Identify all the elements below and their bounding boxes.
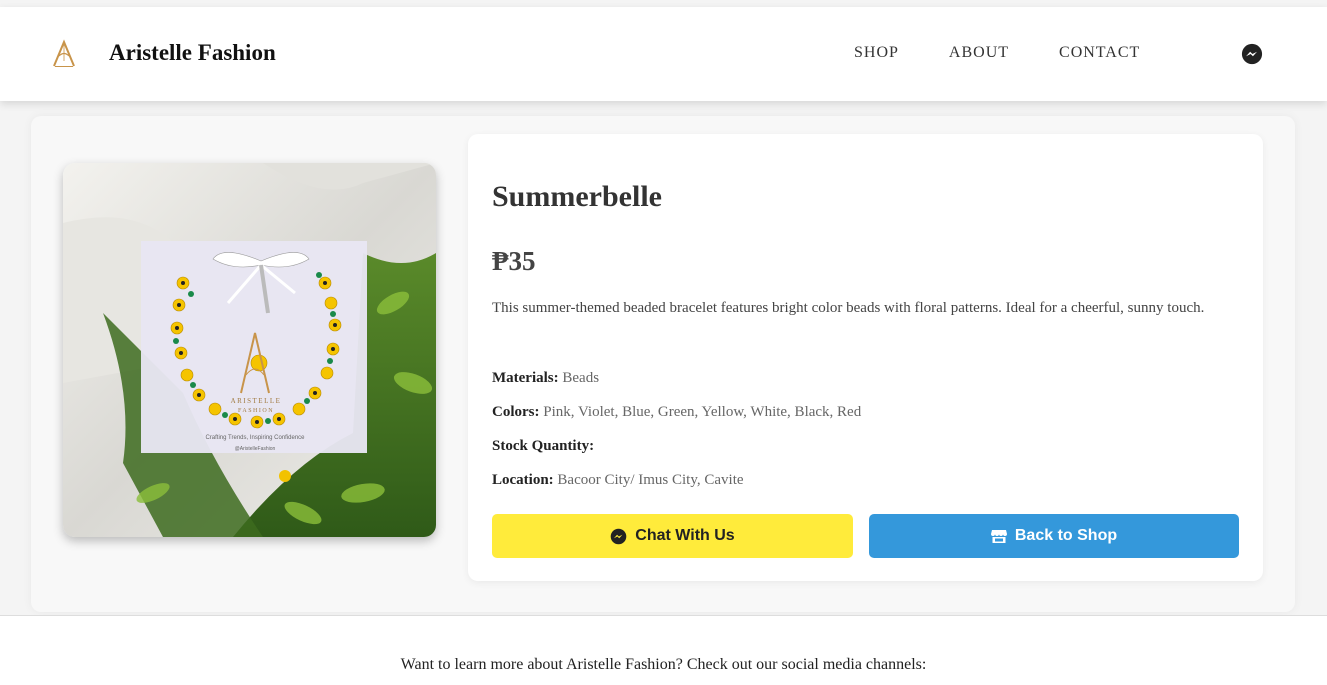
spec-materials: Materials: Beads xyxy=(492,370,599,387)
nav-shop[interactable]: SHOP xyxy=(854,44,899,62)
brand-name[interactable]: Aristelle Fashion xyxy=(109,40,276,66)
product-info-panel: Summerbelle ₱35 This summer-themed beade… xyxy=(468,134,1263,581)
image-tagline-text: Crafting Trends, Inspiring Confidence xyxy=(205,435,305,441)
store-icon xyxy=(990,529,1007,543)
product-title: Summerbelle xyxy=(492,180,662,213)
spec-colors-value: Pink, Violet, Blue, Green, Yellow, White… xyxy=(543,404,862,420)
site-header: Aristelle Fashion SHOP ABOUT CONTACT xyxy=(0,7,1327,101)
top-strip xyxy=(0,0,1327,7)
main-nav: SHOP ABOUT CONTACT xyxy=(854,44,1190,62)
brand-logo-icon[interactable] xyxy=(48,39,80,69)
nav-about[interactable]: ABOUT xyxy=(949,44,1009,62)
spec-stock-label: Stock Quantity: xyxy=(492,438,595,454)
messenger-icon[interactable] xyxy=(1241,43,1263,65)
back-to-shop-button[interactable]: Back to Shop xyxy=(869,514,1239,558)
footer-social-text: Want to learn more about Aristelle Fashi… xyxy=(400,656,927,673)
image-brand-sub-text: FASHION xyxy=(238,408,274,414)
spec-location-value: Bacoor City/ Imus City, Cavite xyxy=(557,472,744,488)
product-price: ₱35 xyxy=(492,246,536,276)
messenger-icon xyxy=(611,528,627,544)
spec-materials-value: Beads xyxy=(562,370,600,386)
image-handle-text: @AristelleFashion xyxy=(235,446,276,452)
spec-stock: Stock Quantity: xyxy=(492,438,594,455)
product-image: ARISTELLE FASHION Crafting Trends, Inspi… xyxy=(63,163,436,537)
site-footer: Want to learn more about Aristelle Fashi… xyxy=(0,615,1327,685)
spec-location-label: Location: xyxy=(492,472,554,488)
nav-contact[interactable]: CONTACT xyxy=(1059,44,1140,62)
product-description: This summer-themed beaded bracelet featu… xyxy=(492,300,1205,316)
spec-location: Location: Bacoor City/ Imus City, Cavite xyxy=(492,472,744,489)
spec-colors-label: Colors: xyxy=(492,404,540,420)
image-brand-text: ARISTELLE xyxy=(231,397,282,405)
spec-materials-label: Materials: xyxy=(492,370,559,386)
back-to-shop-label: Back to Shop xyxy=(1014,527,1118,544)
chat-with-us-button[interactable]: Chat With Us xyxy=(492,514,853,558)
spec-colors: Colors: Pink, Violet, Blue, Green, Yello… xyxy=(492,404,861,421)
chat-with-us-label: Chat With Us xyxy=(635,527,735,544)
